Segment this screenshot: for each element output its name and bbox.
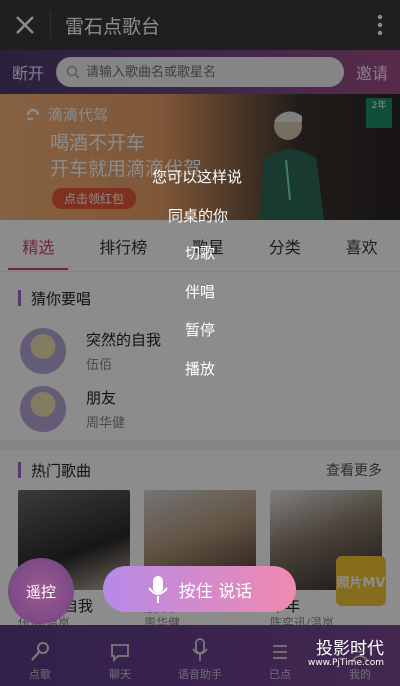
microphone-icon: [147, 576, 168, 603]
watermark: 投影时代 www.PjTime.com: [308, 640, 384, 669]
hold-to-talk-label: 按住 说话: [178, 581, 253, 602]
voice-hint-item: 伴唱: [185, 283, 216, 301]
watermark-main: 投影时代: [316, 639, 384, 659]
voice-hint-item: 切歌: [185, 244, 216, 262]
remote-control-button[interactable]: 遥控: [8, 558, 74, 624]
voice-hint-item: 播放: [185, 360, 216, 378]
voice-hint-item: 同桌的你: [168, 207, 229, 225]
voice-hint-item: 暂停: [185, 321, 216, 339]
watermark-url: www.PjTime.com: [307, 657, 384, 668]
hold-to-talk-button[interactable]: 按住 说话: [103, 566, 296, 612]
voice-hint-header: 您可以这样说: [152, 168, 243, 186]
